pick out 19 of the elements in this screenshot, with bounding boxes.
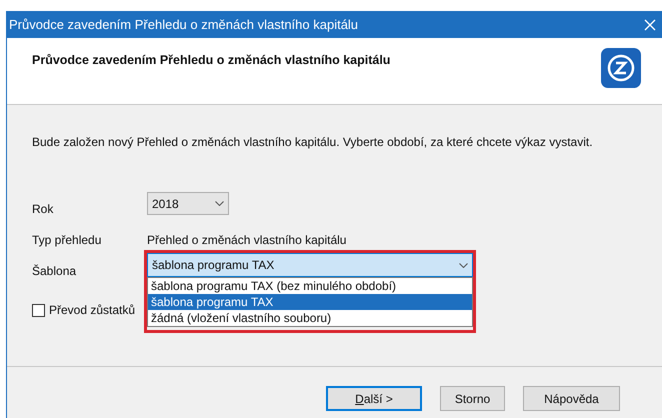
field-label: Rok [32, 201, 54, 218]
year-dropdown[interactable]: 2018 [147, 192, 229, 215]
intro-text: Bude založen nový Přehled o změnách vlastního kapitálu. Vyberte období, za které chcete výkaz vystavit. [32, 134, 593, 151]
chevron-icon [459, 262, 468, 268]
checkbox[interactable] [32, 304, 45, 316]
dropdown-option[interactable]: šablona programu TAX [148, 294, 472, 310]
checkbox-label[interactable]: Převod zůstatků [49, 301, 136, 319]
window-title: Průvodce zavedením Přehledu o změnách vlastního kapitálu [9, 16, 358, 34]
close-icon[interactable] [644, 18, 656, 30]
dialog-button[interactable]: Nápověda [523, 386, 620, 411]
field-label: Typ přehledu [32, 232, 102, 249]
dialog-button[interactable]: Storno [440, 386, 505, 411]
chevron-icon [215, 201, 224, 206]
field-value: Přehled o změnách vlastního kapitálu [147, 232, 346, 249]
template-dropdown[interactable]: šablona programu TAX [147, 253, 473, 277]
logo-icon [600, 47, 642, 89]
dialog-button[interactable]: Další > [326, 386, 422, 411]
field-label: Šablona [32, 263, 76, 280]
header-title: Průvodce zavedením Přehledu o změnách vlastního kapitálu [32, 52, 390, 69]
